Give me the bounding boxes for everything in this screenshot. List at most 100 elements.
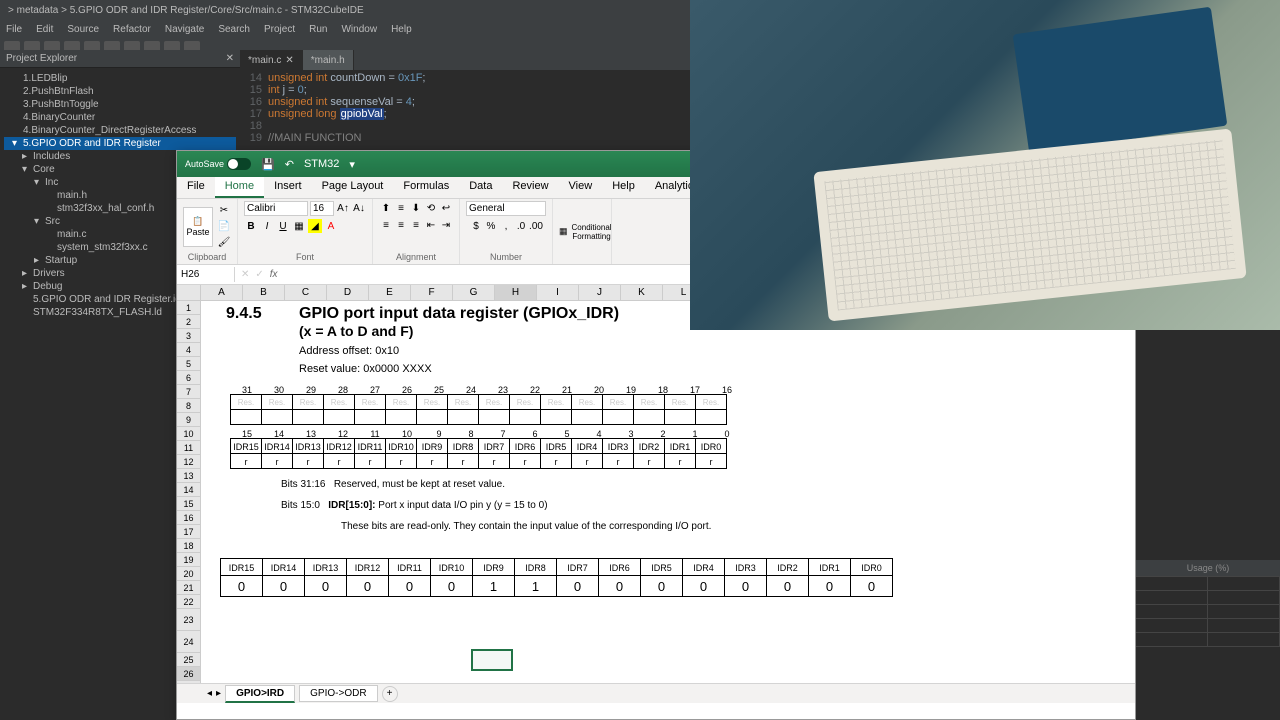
menu-edit[interactable]: Edit [36, 24, 53, 35]
idr-value-cell[interactable]: 0 [388, 575, 431, 597]
col-header[interactable]: H [495, 285, 537, 301]
close-icon[interactable]: ✕ [285, 55, 293, 66]
row-header[interactable]: 10 [177, 427, 201, 441]
idr-value-cell[interactable]: 0 [598, 575, 641, 597]
row-header[interactable]: 19 [177, 553, 201, 567]
autosave-toggle[interactable]: AutoSave [185, 158, 251, 170]
copy-icon[interactable]: 📄 [217, 220, 231, 234]
close-icon[interactable]: ✕ [226, 53, 234, 64]
fx-icon[interactable]: fx [270, 269, 278, 280]
menu-source[interactable]: Source [67, 24, 99, 35]
idr-value-cell[interactable]: 0 [766, 575, 809, 597]
idr-header[interactable]: IDR2 [766, 558, 809, 576]
row-header[interactable]: 27 [177, 681, 201, 683]
row-header[interactable]: 8 [177, 399, 201, 413]
menu-run[interactable]: Run [309, 24, 327, 35]
tab-data[interactable]: Data [459, 177, 502, 198]
idr-value-cell[interactable]: 0 [262, 575, 305, 597]
row-header[interactable]: 12 [177, 455, 201, 469]
idr-header[interactable]: IDR3 [724, 558, 767, 576]
idr-value-cell[interactable]: 0 [304, 575, 347, 597]
format-painter-icon[interactable]: 🖌 [217, 236, 231, 250]
paste-button[interactable]: 📋Paste [183, 207, 213, 247]
tree-item[interactable]: ▾5.GPIO ODR and IDR Register [4, 137, 236, 150]
menu-project[interactable]: Project [264, 24, 295, 35]
idr-value-cell[interactable]: 0 [220, 575, 263, 597]
align-middle-icon[interactable]: ≡ [394, 201, 408, 215]
indent-decrease-icon[interactable]: ⇤ [424, 218, 438, 232]
idr-header[interactable]: IDR13 [304, 558, 347, 576]
tree-item[interactable]: 3.PushBtnToggle [4, 98, 236, 111]
tree-item[interactable]: 1.LEDBlip [4, 72, 236, 85]
align-left-icon[interactable]: ≡ [379, 218, 393, 232]
col-header[interactable]: G [453, 285, 495, 301]
row-header[interactable]: 25 [177, 653, 201, 667]
tree-item[interactable]: 4.BinaryCounter [4, 111, 236, 124]
menu-window[interactable]: Window [341, 24, 377, 35]
idr-header[interactable]: IDR11 [388, 558, 431, 576]
tree-item[interactable]: 2.PushBtnFlash [4, 85, 236, 98]
border-icon[interactable]: ▦ [292, 219, 306, 233]
idr-header[interactable]: IDR15 [220, 558, 263, 576]
row-header[interactable]: 23 [177, 609, 201, 631]
row-header[interactable]: 2 [177, 315, 201, 329]
align-center-icon[interactable]: ≡ [394, 218, 408, 232]
fill-color-icon[interactable]: ◢ [308, 219, 322, 233]
tab-page-layout[interactable]: Page Layout [312, 177, 394, 198]
sheet-tab-gpio-odr[interactable]: GPIO->ODR [299, 685, 377, 702]
orientation-icon[interactable]: ⟲ [424, 201, 438, 215]
row-header[interactable]: 14 [177, 483, 201, 497]
tab-insert[interactable]: Insert [264, 177, 312, 198]
editor-tab-main-c[interactable]: *main.c✕ [240, 50, 303, 70]
idr-header[interactable]: IDR8 [514, 558, 557, 576]
row-header[interactable]: 24 [177, 631, 201, 653]
idr-value-cell[interactable]: 0 [724, 575, 767, 597]
col-header[interactable]: C [285, 285, 327, 301]
number-format-select[interactable] [466, 201, 546, 216]
menu-search[interactable]: Search [218, 24, 250, 35]
row-header[interactable]: 4 [177, 343, 201, 357]
col-header[interactable]: E [369, 285, 411, 301]
menu-file[interactable]: File [6, 24, 22, 35]
name-box[interactable]: H26 [177, 267, 235, 282]
col-header[interactable]: I [537, 285, 579, 301]
comma-icon[interactable]: , [499, 219, 513, 233]
row-header[interactable]: 26 [177, 667, 201, 681]
align-right-icon[interactable]: ≡ [409, 218, 423, 232]
underline-button[interactable]: U [276, 219, 290, 233]
menu-help[interactable]: Help [391, 24, 412, 35]
save-icon[interactable]: 💾 [261, 158, 275, 171]
select-all-corner[interactable] [177, 285, 201, 301]
idr-value-cell[interactable]: 0 [682, 575, 725, 597]
row-header[interactable]: 17 [177, 525, 201, 539]
col-header[interactable]: J [579, 285, 621, 301]
sheet-tab-gpio-ird[interactable]: GPIO>IRD [225, 685, 295, 703]
row-header[interactable]: 5 [177, 357, 201, 371]
row-header[interactable]: 9 [177, 413, 201, 427]
menu-navigate[interactable]: Navigate [165, 24, 204, 35]
italic-button[interactable]: I [260, 219, 274, 233]
decrease-font-icon[interactable]: A↓ [352, 201, 366, 215]
row-header[interactable]: 16 [177, 511, 201, 525]
cut-icon[interactable]: ✂ [217, 204, 231, 218]
decrease-decimal-icon[interactable]: .00 [529, 219, 543, 233]
spreadsheet-grid[interactable]: A B C D E F G H I J K L 1234567891011121… [177, 285, 1135, 683]
tab-file[interactable]: File [177, 177, 215, 198]
tab-help[interactable]: Help [602, 177, 645, 198]
col-header[interactable]: F [411, 285, 453, 301]
enter-formula-icon[interactable]: ✓ [255, 269, 263, 280]
add-sheet-button[interactable]: + [382, 686, 398, 702]
idr-value-cell[interactable]: 0 [430, 575, 473, 597]
row-header[interactable]: 21 [177, 581, 201, 595]
tab-review[interactable]: Review [502, 177, 558, 198]
idr-header[interactable]: IDR0 [850, 558, 893, 576]
idr-header[interactable]: IDR6 [598, 558, 641, 576]
code-editor[interactable]: *main.c✕ *main.h 14unsigned int countDow… [240, 50, 690, 150]
idr-header[interactable]: IDR9 [472, 558, 515, 576]
percent-icon[interactable]: % [484, 219, 498, 233]
cancel-formula-icon[interactable]: ✕ [241, 269, 249, 280]
idr-value-cell[interactable]: 0 [346, 575, 389, 597]
font-color-icon[interactable]: A [324, 219, 338, 233]
increase-decimal-icon[interactable]: .0 [514, 219, 528, 233]
editor-tab-main-h[interactable]: *main.h [303, 50, 354, 70]
